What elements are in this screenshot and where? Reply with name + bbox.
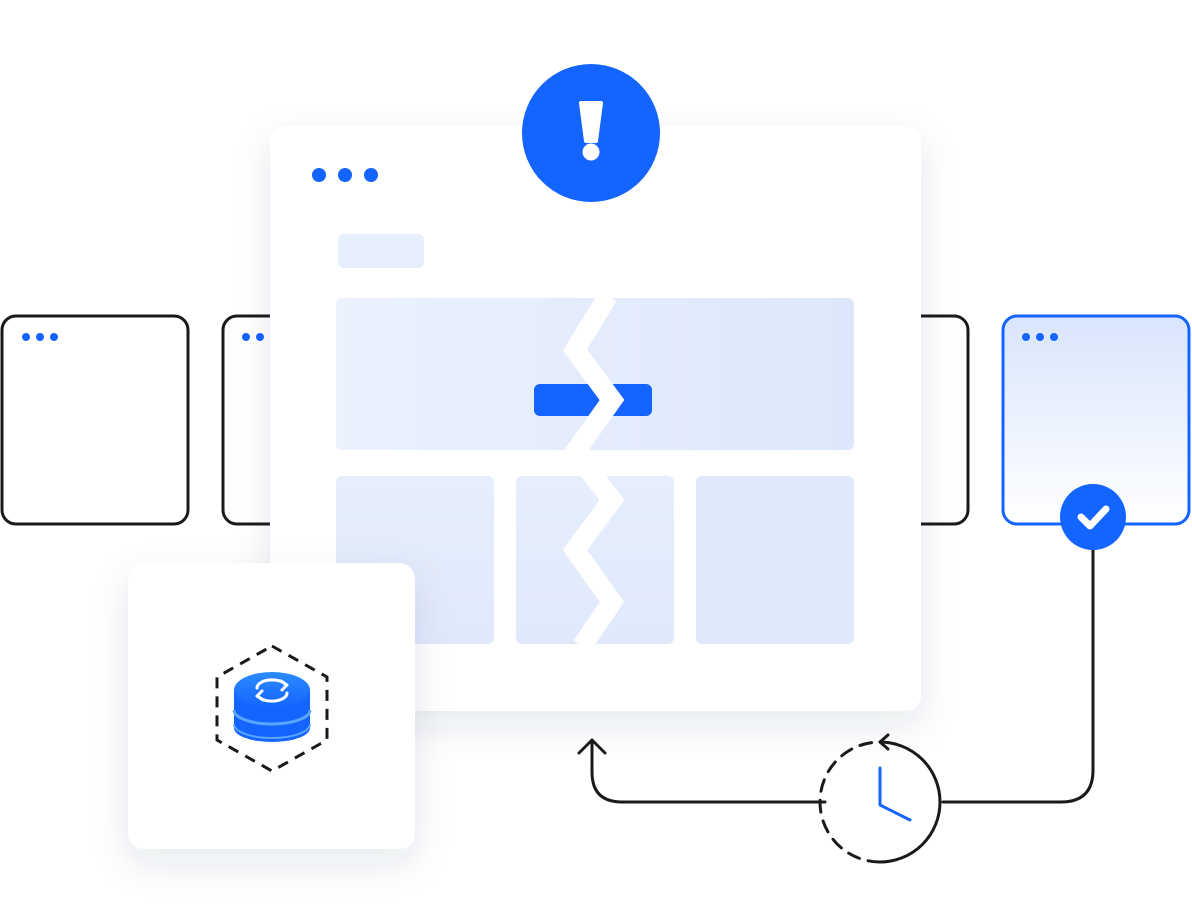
window-dots-icon (312, 168, 378, 182)
window-dots-icon (1022, 333, 1058, 341)
backup-recovery-illustration (0, 0, 1192, 904)
title-placeholder (338, 234, 424, 268)
exclamation-icon (522, 64, 660, 202)
checkmark-icon (1060, 484, 1126, 550)
illustration-canvas (0, 64, 1191, 864)
backup-window-1 (0, 314, 190, 526)
database-sync-icon (232, 672, 312, 742)
window-dots-icon (22, 333, 58, 341)
clock-refresh-icon (818, 733, 942, 864)
content-tile-3 (696, 476, 854, 644)
database-card (128, 563, 415, 849)
